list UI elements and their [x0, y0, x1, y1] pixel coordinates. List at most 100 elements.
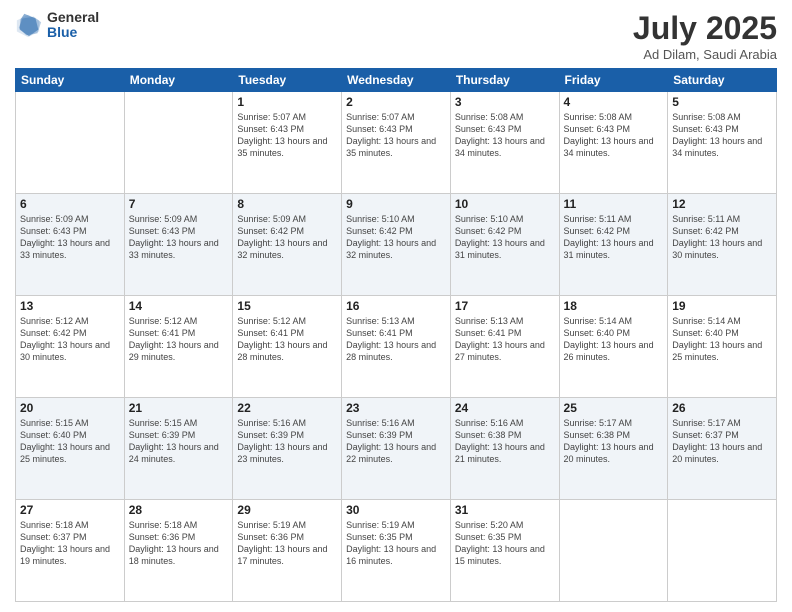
day-number: 28: [129, 503, 229, 517]
header: General Blue July 2025 Ad Dilam, Saudi A…: [15, 10, 777, 62]
subtitle: Ad Dilam, Saudi Arabia: [633, 47, 777, 62]
day-number: 7: [129, 197, 229, 211]
day-info: Sunrise: 5:13 AM Sunset: 6:41 PM Dayligh…: [346, 315, 446, 364]
calendar-cell: 24 Sunrise: 5:16 AM Sunset: 6:38 PM Dayli…: [450, 398, 559, 500]
calendar-cell: [124, 92, 233, 194]
calendar-cell: 5 Sunrise: 5:08 AM Sunset: 6:43 PM Daylig…: [668, 92, 777, 194]
day-number: 29: [237, 503, 337, 517]
calendar-cell: [668, 500, 777, 602]
calendar-cell: 7 Sunrise: 5:09 AM Sunset: 6:43 PM Daylig…: [124, 194, 233, 296]
day-info: Sunrise: 5:18 AM Sunset: 6:36 PM Dayligh…: [129, 519, 229, 568]
calendar-cell: 13 Sunrise: 5:12 AM Sunset: 6:42 PM Dayli…: [16, 296, 125, 398]
calendar-cell: 19 Sunrise: 5:14 AM Sunset: 6:40 PM Dayli…: [668, 296, 777, 398]
day-number: 10: [455, 197, 555, 211]
logo-general-text: General: [47, 10, 99, 25]
week-row-1: 1 Sunrise: 5:07 AM Sunset: 6:43 PM Daylig…: [16, 92, 777, 194]
day-info: Sunrise: 5:08 AM Sunset: 6:43 PM Dayligh…: [672, 111, 772, 160]
calendar-cell: 31Sunrise: 5:20 AM Sunset: 6:35 PM Dayli…: [450, 500, 559, 602]
calendar-cell: [16, 92, 125, 194]
calendar-cell: 10 Sunrise: 5:10 AM Sunset: 6:42 PM Dayli…: [450, 194, 559, 296]
day-info: Sunrise: 5:09 AM Sunset: 6:43 PM Dayligh…: [129, 213, 229, 262]
logo-blue-text: Blue: [47, 25, 99, 40]
day-info: Sunrise: 5:07 AM Sunset: 6:43 PM Dayligh…: [237, 111, 337, 160]
weekday-header-row: Sunday Monday Tuesday Wednesday Thursday…: [16, 69, 777, 92]
calendar-cell: [559, 500, 668, 602]
day-number: 21: [129, 401, 229, 415]
day-number: 30: [346, 503, 446, 517]
day-info: Sunrise: 5:07 AM Sunset: 6:43 PM Dayligh…: [346, 111, 446, 160]
calendar-cell: 14 Sunrise: 5:12 AM Sunset: 6:41 PM Dayli…: [124, 296, 233, 398]
page: General Blue July 2025 Ad Dilam, Saudi A…: [0, 0, 792, 612]
calendar-cell: 28 Sunrise: 5:18 AM Sunset: 6:36 PM Dayli…: [124, 500, 233, 602]
title-block: July 2025 Ad Dilam, Saudi Arabia: [633, 10, 777, 62]
day-info: Sunrise: 5:19 AM Sunset: 6:35 PM Dayligh…: [346, 519, 446, 568]
day-info: Sunrise: 5:14 AM Sunset: 6:40 PM Dayligh…: [564, 315, 664, 364]
day-number: 26: [672, 401, 772, 415]
day-info: Sunrise: 5:09 AM Sunset: 6:42 PM Dayligh…: [237, 213, 337, 262]
day-info: Sunrise: 5:12 AM Sunset: 6:41 PM Dayligh…: [237, 315, 337, 364]
day-number: 23: [346, 401, 446, 415]
day-info: Sunrise: 5:12 AM Sunset: 6:42 PM Dayligh…: [20, 315, 120, 364]
day-number: 24: [455, 401, 555, 415]
day-number: 2: [346, 95, 446, 109]
day-info: Sunrise: 5:20 AM Sunset: 6:35 PM Dayligh…: [455, 519, 555, 568]
day-info: Sunrise: 5:17 AM Sunset: 6:38 PM Dayligh…: [564, 417, 664, 466]
calendar-cell: 29Sunrise: 5:19 AM Sunset: 6:36 PM Dayli…: [233, 500, 342, 602]
day-number: 9: [346, 197, 446, 211]
calendar-cell: 16 Sunrise: 5:13 AM Sunset: 6:41 PM Dayli…: [342, 296, 451, 398]
day-number: 18: [564, 299, 664, 313]
day-info: Sunrise: 5:10 AM Sunset: 6:42 PM Dayligh…: [455, 213, 555, 262]
day-info: Sunrise: 5:16 AM Sunset: 6:38 PM Dayligh…: [455, 417, 555, 466]
day-info: Sunrise: 5:13 AM Sunset: 6:41 PM Dayligh…: [455, 315, 555, 364]
day-number: 13: [20, 299, 120, 313]
day-number: 17: [455, 299, 555, 313]
week-row-2: 6 Sunrise: 5:09 AM Sunset: 6:43 PM Daylig…: [16, 194, 777, 296]
calendar-cell: 8 Sunrise: 5:09 AM Sunset: 6:42 PM Daylig…: [233, 194, 342, 296]
calendar-cell: 22 Sunrise: 5:16 AM Sunset: 6:39 PM Dayli…: [233, 398, 342, 500]
calendar-cell: 11 Sunrise: 5:11 AM Sunset: 6:42 PM Dayli…: [559, 194, 668, 296]
day-number: 3: [455, 95, 555, 109]
calendar-cell: 27Sunrise: 5:18 AM Sunset: 6:37 PM Dayli…: [16, 500, 125, 602]
day-info: Sunrise: 5:11 AM Sunset: 6:42 PM Dayligh…: [564, 213, 664, 262]
day-number: 16: [346, 299, 446, 313]
day-number: 5: [672, 95, 772, 109]
calendar-cell: 2 Sunrise: 5:07 AM Sunset: 6:43 PM Daylig…: [342, 92, 451, 194]
day-info: Sunrise: 5:15 AM Sunset: 6:39 PM Dayligh…: [129, 417, 229, 466]
day-number: 22: [237, 401, 337, 415]
logo-text: General Blue: [47, 10, 99, 41]
day-number: 1: [237, 95, 337, 109]
calendar-cell: 1 Sunrise: 5:07 AM Sunset: 6:43 PM Daylig…: [233, 92, 342, 194]
day-info: Sunrise: 5:11 AM Sunset: 6:42 PM Dayligh…: [672, 213, 772, 262]
day-number: 8: [237, 197, 337, 211]
day-info: Sunrise: 5:16 AM Sunset: 6:39 PM Dayligh…: [237, 417, 337, 466]
calendar-cell: 6 Sunrise: 5:09 AM Sunset: 6:43 PM Daylig…: [16, 194, 125, 296]
day-info: Sunrise: 5:15 AM Sunset: 6:40 PM Dayligh…: [20, 417, 120, 466]
day-info: Sunrise: 5:17 AM Sunset: 6:37 PM Dayligh…: [672, 417, 772, 466]
header-wednesday: Wednesday: [342, 69, 451, 92]
calendar-table: Sunday Monday Tuesday Wednesday Thursday…: [15, 68, 777, 602]
day-info: Sunrise: 5:10 AM Sunset: 6:42 PM Dayligh…: [346, 213, 446, 262]
day-number: 12: [672, 197, 772, 211]
day-number: 4: [564, 95, 664, 109]
calendar-cell: 26 Sunrise: 5:17 AM Sunset: 6:37 PM Dayli…: [668, 398, 777, 500]
day-info: Sunrise: 5:14 AM Sunset: 6:40 PM Dayligh…: [672, 315, 772, 364]
day-number: 11: [564, 197, 664, 211]
header-monday: Monday: [124, 69, 233, 92]
calendar-cell: 17 Sunrise: 5:13 AM Sunset: 6:41 PM Dayli…: [450, 296, 559, 398]
day-info: Sunrise: 5:09 AM Sunset: 6:43 PM Dayligh…: [20, 213, 120, 262]
calendar-cell: 18 Sunrise: 5:14 AM Sunset: 6:40 PM Dayli…: [559, 296, 668, 398]
week-row-4: 20 Sunrise: 5:15 AM Sunset: 6:40 PM Dayli…: [16, 398, 777, 500]
header-tuesday: Tuesday: [233, 69, 342, 92]
week-row-3: 13 Sunrise: 5:12 AM Sunset: 6:42 PM Dayli…: [16, 296, 777, 398]
day-info: Sunrise: 5:12 AM Sunset: 6:41 PM Dayligh…: [129, 315, 229, 364]
calendar-cell: 25Sunrise: 5:17 AM Sunset: 6:38 PM Dayli…: [559, 398, 668, 500]
day-number: 20: [20, 401, 120, 415]
calendar-cell: 4Sunrise: 5:08 AM Sunset: 6:43 PM Daylig…: [559, 92, 668, 194]
calendar-cell: 12 Sunrise: 5:11 AM Sunset: 6:42 PM Dayli…: [668, 194, 777, 296]
day-number: 14: [129, 299, 229, 313]
day-number: 19: [672, 299, 772, 313]
calendar-cell: 23Sunrise: 5:16 AM Sunset: 6:39 PM Dayli…: [342, 398, 451, 500]
logo-icon: [15, 11, 43, 39]
header-saturday: Saturday: [668, 69, 777, 92]
day-number: 6: [20, 197, 120, 211]
